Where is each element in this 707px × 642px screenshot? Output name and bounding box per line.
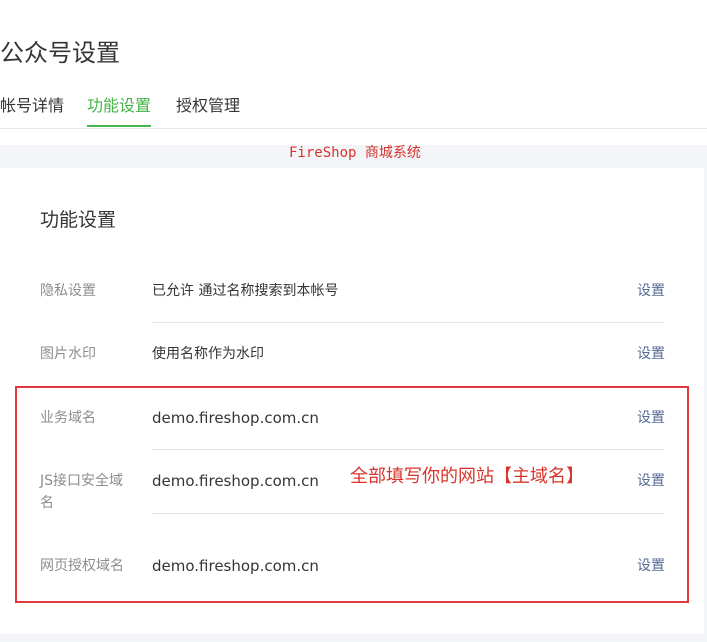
annotation-text: 全部填写你的网站【主域名】 <box>350 466 584 487</box>
tab-authorization-management[interactable]: 授权管理 <box>176 94 240 118</box>
row-label-watermark: 图片水印 <box>40 346 96 362</box>
row-value-watermark: 使用名称作为水印 <box>152 346 264 362</box>
tab-function-settings[interactable]: 功能设置 <box>87 94 151 118</box>
tab-bar: 帐号详情 功能设置 授权管理 <box>0 94 707 129</box>
annotation-highlight-box <box>15 386 689 603</box>
watermark-text: FireShop 商城系统 <box>289 145 421 161</box>
active-tab-indicator <box>87 125 151 127</box>
privacy-settings-button[interactable]: 设置 <box>637 280 665 302</box>
watermark-settings-button[interactable]: 设置 <box>637 343 665 365</box>
row-divider <box>152 322 664 323</box>
page-header: 公众号设置 帐号详情 功能设置 授权管理 <box>0 0 707 145</box>
page-title: 公众号设置 <box>0 39 120 67</box>
tab-account-details[interactable]: 帐号详情 <box>0 94 64 118</box>
row-value-privacy: 已允许 通过名称搜索到本帐号 <box>152 283 339 299</box>
row-label-privacy: 隐私设置 <box>40 283 96 299</box>
section-title: 功能设置 <box>40 209 117 231</box>
